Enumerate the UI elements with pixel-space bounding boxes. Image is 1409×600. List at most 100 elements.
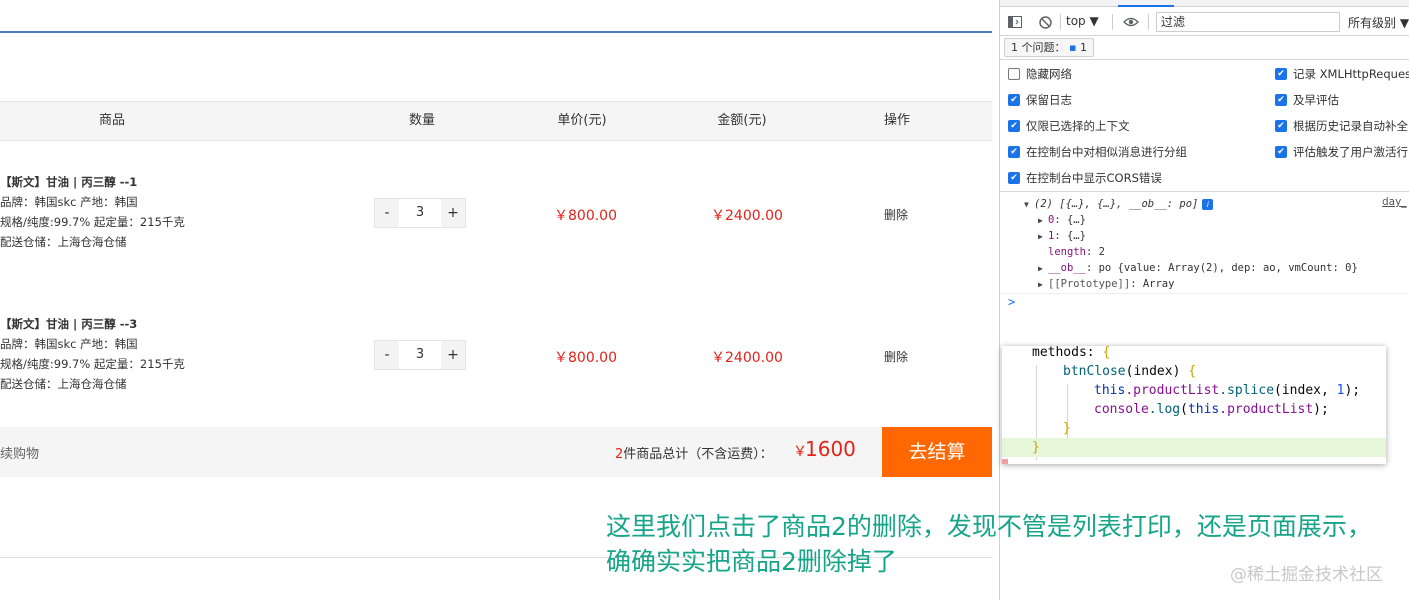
product-brand-origin: 品牌：韩国skc 产地：韩国 [0, 195, 138, 209]
console-array-entry[interactable]: ▼ (2) [{…}, {…}, __ob__: po] i [1024, 196, 1214, 213]
console-tree-item[interactable]: ▶ __ob__: po {value: Array(2), dep: ao, v… [1038, 260, 1358, 277]
setting-label: 保留日志 [1026, 93, 1072, 107]
issues-button[interactable]: 1 个问题： ▪ 1 [1004, 38, 1094, 57]
code-line: btnClose(index) { [1063, 362, 1196, 381]
expand-arrow-icon[interactable]: ▶ [1038, 229, 1048, 245]
expand-arrow-icon[interactable]: ▶ [1038, 261, 1048, 277]
checkbox[interactable]: ✔ [1008, 120, 1020, 132]
code-token: btnClose [1063, 364, 1126, 379]
plus-button[interactable]: + [441, 199, 465, 227]
code-token: methods: [1032, 346, 1103, 360]
line-amount: ￥2400.00 [711, 350, 783, 366]
minus-button[interactable]: - [375, 199, 399, 227]
code-token: (index) [1125, 364, 1189, 379]
cart-table-header: 商品 数量 单价(元) 金额(元) 操作 [0, 101, 992, 141]
setting-selected-context[interactable]: ✔ 仅限已选择的上下文 [1008, 116, 1130, 136]
checkbox[interactable]: ✔ [1008, 146, 1020, 158]
setting-label: 隐藏网络 [1026, 67, 1072, 81]
delete-button[interactable]: 删除 [884, 348, 908, 365]
code-line: this.productList.splice(index, 1); [1094, 381, 1360, 400]
product-warehouse: 配送仓储：上海仓海仓储 [0, 235, 127, 249]
product-name[interactable]: 【斯文】甘油 | 丙三醇 --3 [0, 314, 185, 334]
code-token: .splice [1219, 383, 1275, 398]
continue-shopping-link[interactable]: 续购物 [0, 443, 39, 462]
quantity-value[interactable]: 3 [399, 199, 441, 227]
checkbox[interactable]: ✔ [1275, 146, 1287, 158]
active-tab-indicator [1118, 5, 1174, 7]
setting-autocomplete[interactable]: ✔ 根据历史记录自动补全 [1275, 116, 1408, 136]
header-divider [0, 31, 992, 33]
setting-label: 在控制台中对相似消息进行分组 [1026, 145, 1187, 159]
log-levels-dropdown[interactable]: 所有级别 ▼ [1348, 14, 1409, 31]
expand-arrow-icon[interactable]: ▶ [1038, 277, 1048, 293]
product-info: 【斯文】甘油 | 丙三醇 --1 品牌：韩国skc 产地：韩国 规格/纯度:99… [0, 172, 185, 252]
issues-label: 1 个问题： [1011, 41, 1066, 54]
console-divider [1000, 293, 1409, 294]
plus-button[interactable]: + [441, 341, 465, 369]
setting-eager-eval[interactable]: ✔ 及早评估 [1275, 90, 1339, 110]
console-settings: 隐藏网络 ✔ 保留日志 ✔ 仅限已选择的上下文 ✔ 在控制台中对相似消息进行分组 ✔ 在… [1000, 60, 1409, 192]
checkbox[interactable]: ✔ [1275, 68, 1287, 80]
code-token: .log [1148, 402, 1181, 417]
expand-arrow-icon[interactable]: ▶ [1038, 213, 1048, 229]
setting-label: 根据历史记录自动补全 [1293, 119, 1408, 133]
clear-console-icon[interactable] [1036, 13, 1054, 31]
console-tree-item[interactable]: ▶ [[Prototype]]: Array [1038, 276, 1174, 293]
setting-group-similar[interactable]: ✔ 在控制台中对相似消息进行分组 [1008, 142, 1187, 162]
context-selector[interactable]: top ▼ [1066, 14, 1099, 28]
code-token: ( [1180, 402, 1188, 417]
setting-show-cors[interactable]: ✔ 在控制台中显示CORS错误 [1008, 168, 1162, 188]
console-prompt[interactable]: > [1008, 295, 1015, 309]
cart-total: 1600 [805, 437, 856, 461]
quantity-value[interactable]: 3 [399, 341, 441, 369]
code-snippet-panel: methods: { btnClose(index) { this.produc… [1002, 346, 1386, 464]
unit-price: ￥800.00 [554, 208, 617, 224]
setting-label: 评估触发了用户激活行 [1293, 145, 1408, 159]
setting-preserve-log[interactable]: ✔ 保留日志 [1008, 90, 1072, 110]
delete-button[interactable]: 删除 [884, 206, 908, 223]
console-tree-item[interactable]: ▶ 1: {…} [1038, 228, 1086, 245]
setting-label: 及早评估 [1293, 93, 1339, 107]
product-warehouse: 配送仓储：上海仓海仓储 [0, 377, 127, 391]
summary-text: 件商品总计（不含运费）： [623, 447, 773, 462]
tree-key: __ob__ [1048, 262, 1086, 274]
devtools-tab-strip [1000, 0, 1409, 7]
setting-user-activation[interactable]: ✔ 评估触发了用户激活行 [1275, 142, 1408, 162]
tree-value: {…} [1066, 214, 1086, 226]
checkbox[interactable] [1008, 68, 1020, 80]
issues-bar: 1 个问题： ▪ 1 [1000, 36, 1409, 60]
filter-input[interactable]: 过滤 [1156, 12, 1340, 32]
col-quantity: 数量 [408, 113, 435, 128]
watermark: @稀土掘金技术社区 [1230, 565, 1383, 585]
code-token: ); [1344, 383, 1361, 398]
info-icon: i [1202, 199, 1214, 210]
setting-label: 在控制台中显示CORS错误 [1026, 171, 1162, 185]
source-link[interactable]: day_ [1382, 196, 1407, 208]
unit-price: ￥800.00 [554, 350, 617, 366]
console-tree-item[interactable]: ▶ 0: {…} [1038, 212, 1086, 229]
col-product: 商品 [98, 113, 125, 128]
checkbox[interactable]: ✔ [1275, 94, 1287, 106]
code-token: console [1094, 402, 1149, 417]
console-toolbar: top ▼ 过滤 所有级别 ▼ [1000, 8, 1409, 36]
toolbar-divider [1148, 14, 1149, 30]
checkbox[interactable]: ✔ [1008, 94, 1020, 106]
toolbar-divider [1112, 14, 1113, 30]
checkbox[interactable]: ✔ [1275, 120, 1287, 132]
sidebar-toggle-icon[interactable] [1006, 13, 1024, 31]
setting-log-xhr[interactable]: ✔ 记录 XMLHttpRequest [1275, 64, 1409, 84]
checkbox[interactable]: ✔ [1008, 172, 1020, 184]
product-spec: 规格/纯度:99.7% 起定量：215千克 [0, 215, 185, 229]
line-amount: ￥2400.00 [711, 208, 783, 224]
minus-button[interactable]: - [375, 341, 399, 369]
code-line: console.log(this.productList); [1094, 400, 1329, 419]
checkout-button[interactable]: 去结算 [882, 427, 992, 477]
message-icon: ▪ [1069, 41, 1077, 54]
product-name[interactable]: 【斯文】甘油 | 丙三醇 --1 [0, 172, 185, 192]
setting-hide-network[interactable]: 隐藏网络 [1008, 64, 1072, 84]
code-token: } [1032, 440, 1040, 455]
tree-value: 2 [1098, 246, 1105, 258]
quantity-stepper: - 3 + [374, 198, 466, 228]
expand-arrow-icon[interactable]: ▼ [1024, 197, 1034, 213]
eye-icon[interactable] [1122, 13, 1140, 31]
